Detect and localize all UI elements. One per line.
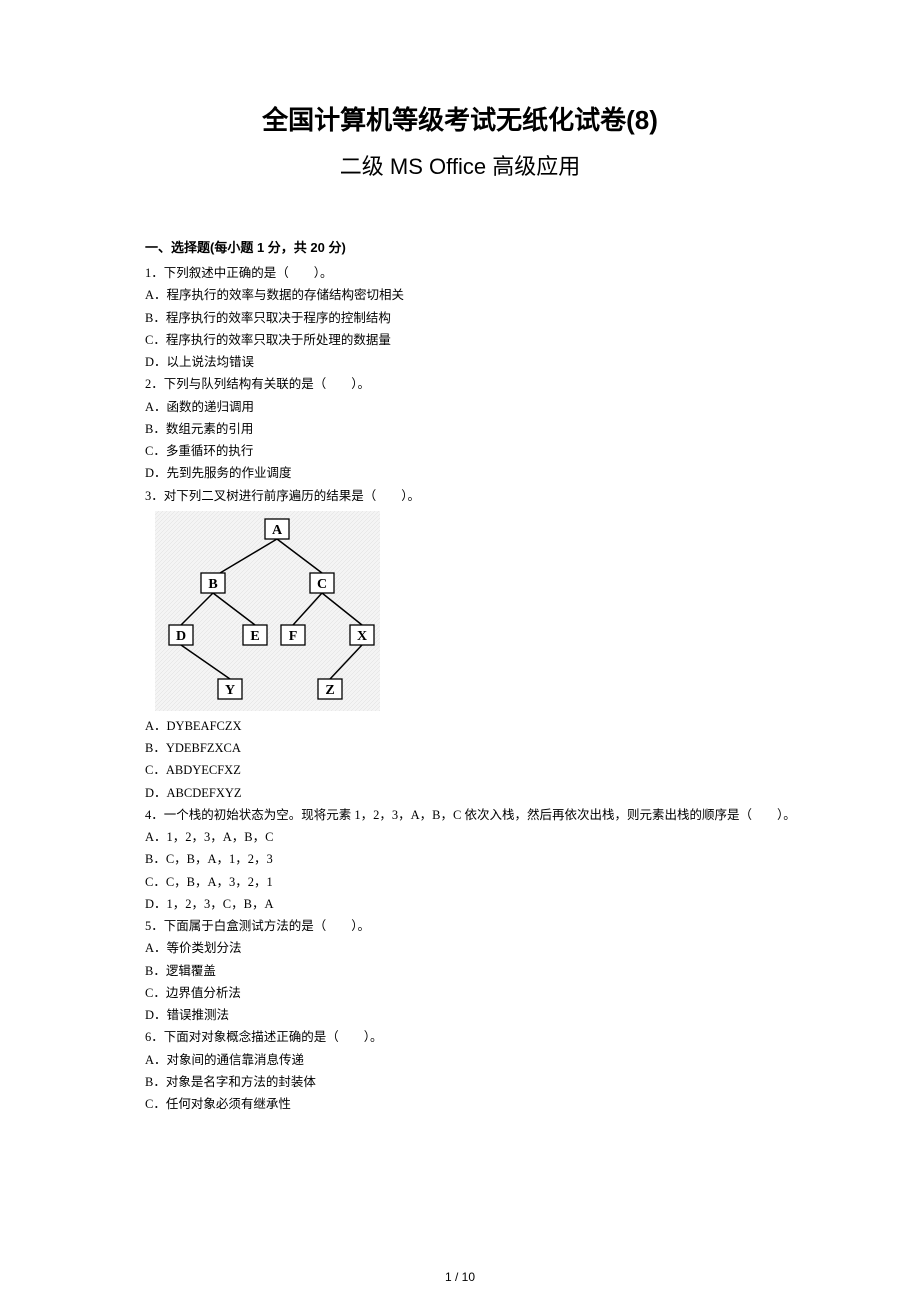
svg-text:Z: Z	[325, 683, 334, 698]
q5-option-a: A．等价类划分法	[145, 937, 775, 959]
tree-node-b: B	[201, 573, 225, 593]
q5-option-c: C．边界值分析法	[145, 982, 775, 1004]
exam-page: 全国计算机等级考试无纸化试卷(8) 二级 MS Office 高级应用 一、选择…	[0, 0, 920, 1155]
q5-stem: 5．下面属于白盒测试方法的是（ ）。	[145, 915, 775, 937]
sub-title: 二级 MS Office 高级应用	[145, 149, 775, 181]
q6-option-b: B．对象是名字和方法的封装体	[145, 1071, 775, 1093]
tree-node-e: E	[243, 625, 267, 645]
q6-option-a: A．对象间的通信靠消息传递	[145, 1049, 775, 1071]
q3-stem: 3．对下列二叉树进行前序遍历的结果是（ ）。	[145, 485, 775, 507]
q5-option-d: D．错误推测法	[145, 1004, 775, 1026]
svg-text:F: F	[289, 629, 298, 644]
q4-option-b: B．C，B，A，1，2，3	[145, 848, 775, 870]
svg-text:C: C	[317, 577, 327, 592]
main-title: 全国计算机等级考试无纸化试卷(8)	[145, 100, 775, 137]
svg-text:X: X	[357, 629, 367, 644]
q3-option-b: B．YDEBFZXCA	[145, 737, 775, 759]
q3-option-c: C．ABDYECFXZ	[145, 759, 775, 781]
svg-text:B: B	[208, 577, 217, 592]
q1-option-a: A．程序执行的效率与数据的存储结构密切相关	[145, 284, 775, 306]
q2-option-d: D．先到先服务的作业调度	[145, 462, 775, 484]
section-heading: 一、选择题(每小题 1 分，共 20 分)	[145, 237, 775, 256]
q6-stem: 6．下面对对象概念描述正确的是（ ）。	[145, 1026, 775, 1048]
svg-text:A: A	[272, 523, 283, 538]
q2-option-a: A．函数的递归调用	[145, 396, 775, 418]
q1-option-d: D．以上说法均错误	[145, 351, 775, 373]
tree-node-y: Y	[218, 679, 242, 699]
tree-node-d: D	[169, 625, 193, 645]
svg-text:D: D	[176, 629, 186, 644]
binary-tree-diagram: A B C D E F X Y	[155, 511, 380, 711]
q3-option-d: D．ABCDEFXYZ	[145, 782, 775, 804]
tree-node-z: Z	[318, 679, 342, 699]
q6-option-c: C．任何对象必须有继承性	[145, 1093, 775, 1115]
q4-option-a: A．1，2，3，A，B，C	[145, 826, 775, 848]
q1-stem: 1．下列叙述中正确的是（ ）。	[145, 262, 775, 284]
q1-option-b: B．程序执行的效率只取决于程序的控制结构	[145, 307, 775, 329]
q2-option-b: B．数组元素的引用	[145, 418, 775, 440]
tree-node-c: C	[310, 573, 334, 593]
svg-text:E: E	[250, 629, 259, 644]
q4-option-d: D．1，2，3，C，B，A	[145, 893, 775, 915]
q4-option-c: C．C，B，A，3，2，1	[145, 871, 775, 893]
tree-node-a: A	[265, 519, 289, 539]
page-number: 1 / 10	[0, 1270, 920, 1284]
tree-node-x: X	[350, 625, 374, 645]
svg-text:Y: Y	[225, 683, 235, 698]
q4-stem: 4．一个栈的初始状态为空。现将元素 1，2，3，A，B，C 依次入栈，然后再依次…	[145, 804, 775, 826]
tree-node-f: F	[281, 625, 305, 645]
q3-option-a: A．DYBEAFCZX	[145, 715, 775, 737]
q2-stem: 2．下列与队列结构有关联的是（ ）。	[145, 373, 775, 395]
q1-option-c: C．程序执行的效率只取决于所处理的数据量	[145, 329, 775, 351]
q2-option-c: C．多重循环的执行	[145, 440, 775, 462]
q5-option-b: B．逻辑覆盖	[145, 960, 775, 982]
